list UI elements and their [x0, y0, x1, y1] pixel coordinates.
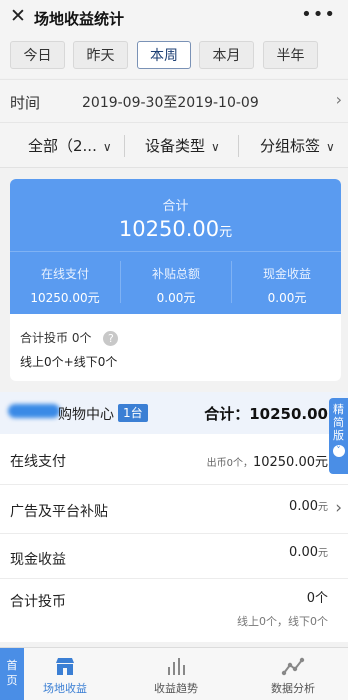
device-count-badge: 1台	[118, 404, 148, 422]
tab-this-week[interactable]: 本周	[137, 41, 191, 69]
tab-yesterday[interactable]: 昨天	[73, 41, 128, 69]
row-ad-subsidy[interactable]: 广告及平台补贴 0.00元 ›	[0, 485, 348, 534]
cash-income-unit: 元	[318, 548, 328, 559]
filter-all[interactable]: 全部（2... ∨	[28, 135, 112, 156]
filter-divider	[124, 135, 125, 157]
date-range-row[interactable]: 时间 2019-09-30至2019-10-09 ›	[0, 79, 348, 122]
cash-income-label: 现金收益	[262, 267, 311, 281]
cash-income-value: 0.00元	[267, 291, 307, 305]
tab-venue-income[interactable]: 场地收益	[10, 648, 120, 700]
online-payment-value: 10250.00元	[30, 291, 100, 305]
venue-total: 合计：10250.00	[204, 405, 328, 423]
venue-card: 购物中心 1台 合计：10250.00 在线支付 出币0个，10250.00元 …	[0, 392, 348, 642]
period-tabs: 今日 昨天 本周 本月 半年	[0, 34, 348, 78]
divider	[10, 251, 341, 252]
coins-total-row: 合计投币 0个?	[20, 329, 119, 346]
subsidy-value: 0.00元	[156, 291, 196, 305]
coins-split: 线上0个+线下0个	[20, 355, 118, 369]
total-value: 10250.00	[118, 217, 220, 241]
page-title: 场地收益统计	[34, 10, 125, 28]
chevron-right-icon: ›	[335, 90, 342, 109]
help-icon[interactable]: ?	[103, 331, 119, 346]
chevron-down-icon: ˅	[332, 445, 345, 457]
chevron-down-icon: ∨	[326, 140, 335, 154]
filter-divider	[238, 135, 239, 157]
online-payment-value: 出币0个，10250.00元	[207, 451, 328, 470]
more-icon[interactable]: •••	[301, 4, 336, 25]
store-icon	[56, 658, 74, 675]
summary-card: 合计 10250.00元 在线支付 10250.00元 补贴总额 0.00元 现…	[10, 179, 341, 381]
filter-bar: 全部（2... ∨ 设备类型 ∨ 分组标签 ∨	[0, 122, 348, 168]
line-chart-icon	[281, 657, 305, 676]
date-range: 2019-09-30至2019-10-09	[82, 95, 259, 111]
tab-today[interactable]: 今日	[10, 41, 65, 69]
coins-out-note: 出币0个，	[206, 458, 253, 469]
tab-income-trend-label: 收益趋势	[154, 682, 198, 695]
coins-split-note: 线上0个，线下0个	[237, 615, 328, 628]
subsidy-stat: 补贴总额 0.00元	[121, 265, 231, 306]
tab-this-month[interactable]: 本月	[199, 41, 254, 69]
coins-total-label: 合计投币 0个	[20, 331, 92, 345]
total-amount: 10250.00元	[10, 217, 341, 241]
row-coins-total: 合计投币 0个 线上0个，线下0个	[0, 579, 348, 635]
cash-income-value: 0.00元	[289, 544, 328, 560]
simple-version-label: 精简版	[333, 403, 344, 442]
ad-subsidy-amount: 0.00	[289, 499, 318, 514]
subsidy-label: 补贴总额	[151, 267, 200, 281]
bar-chart-icon	[168, 658, 185, 675]
summary-blue-panel: 合计 10250.00元 在线支付 10250.00元 补贴总额 0.00元 现…	[10, 179, 341, 314]
chevron-down-icon: ∨	[211, 140, 220, 154]
bottom-nav: 首页 场地收益 收益趋势 数据分析	[0, 647, 348, 700]
chevron-right-icon: ›	[335, 498, 342, 518]
online-payment-stat: 在线支付 10250.00元	[10, 265, 120, 306]
filter-all-label: 全部（2...	[28, 137, 97, 155]
venue-header[interactable]: 购物中心 1台 合计：10250.00	[0, 392, 348, 434]
tab-half-year[interactable]: 半年	[263, 41, 318, 69]
ad-subsidy-unit: 元	[318, 502, 328, 513]
redacted-name	[8, 404, 60, 418]
online-payment-amount: 10250.00元	[252, 455, 328, 470]
tab-income-trend[interactable]: 收益趋势	[121, 648, 231, 700]
row-online-payment: 在线支付 出币0个，10250.00元	[0, 434, 348, 485]
tab-data-analysis[interactable]: 数据分析	[238, 648, 348, 700]
filter-group-tag-label: 分组标签	[260, 137, 321, 155]
online-payment-label: 在线支付	[10, 454, 66, 470]
coins-total-label: 合计投币	[10, 594, 66, 610]
total-unit: 元	[219, 225, 233, 240]
filter-group-tag[interactable]: 分组标签 ∨	[260, 135, 335, 156]
close-icon[interactable]: ✕	[10, 5, 26, 27]
chevron-down-icon: ∨	[102, 140, 112, 154]
filter-device-type[interactable]: 设备类型 ∨	[145, 135, 220, 156]
online-payment-label: 在线支付	[40, 267, 89, 281]
simple-version-tab[interactable]: 精简版 ˅	[329, 398, 348, 474]
tab-venue-income-label: 场地收益	[43, 682, 87, 695]
coins-total-value: 0个	[306, 591, 328, 606]
ad-subsidy-label: 广告及平台补贴	[10, 504, 108, 520]
ad-subsidy-value: 0.00元	[289, 498, 328, 514]
filter-device-type-label: 设备类型	[145, 137, 206, 155]
total-label: 合计	[162, 199, 189, 214]
tab-data-analysis-label: 数据分析	[271, 682, 315, 695]
cash-income-label: 现金收益	[10, 552, 66, 568]
venue-name: 购物中心	[58, 407, 114, 423]
title-bar: ✕ 场地收益统计 •••	[0, 0, 348, 35]
cash-income-stat: 现金收益 0.00元	[232, 265, 341, 306]
row-cash-income: 现金收益 0.00元	[0, 534, 348, 579]
date-label: 时间	[10, 94, 41, 112]
cash-income-amount: 0.00	[289, 545, 318, 560]
